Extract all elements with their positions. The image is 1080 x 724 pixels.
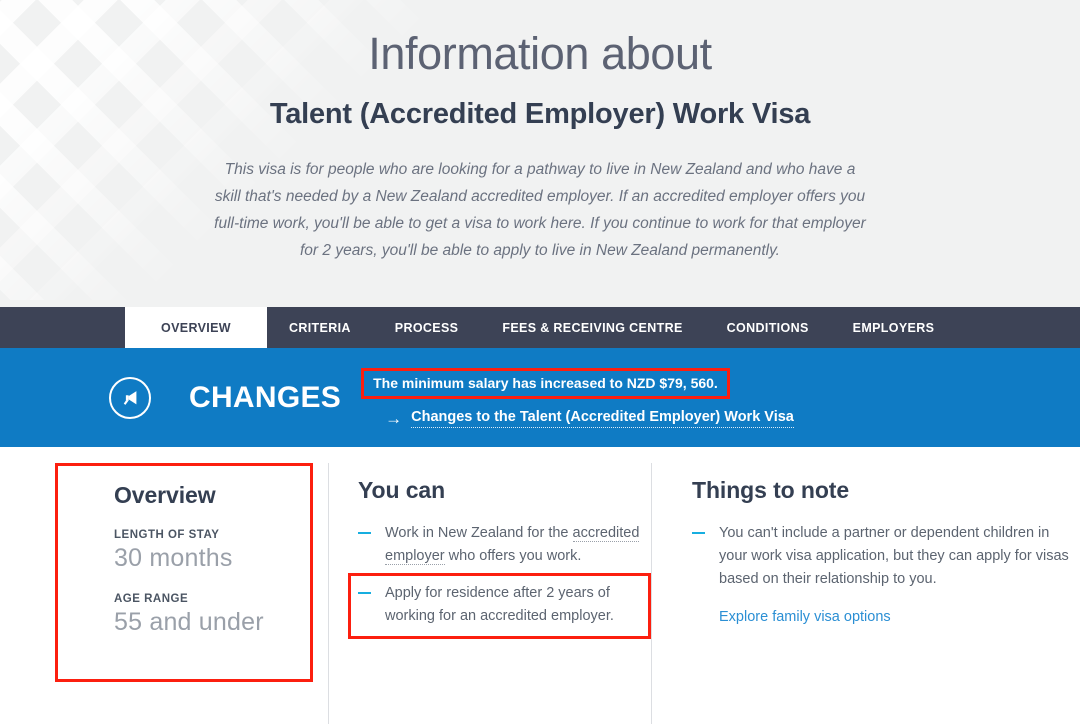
content-columns: Overview LENGTH OF STAY 30 months AGE RA… (0, 447, 1080, 724)
tab-overview[interactable]: OVERVIEW (125, 307, 267, 348)
megaphone-icon (109, 376, 151, 419)
column-you-can: You can Work in New Zealand for the accr… (328, 463, 651, 724)
column-overview: Overview LENGTH OF STAY 30 months AGE RA… (0, 463, 328, 724)
things-to-note-heading: Things to note (692, 477, 850, 503)
things-to-note-list: You can't include a partner or dependent… (692, 522, 1080, 591)
changes-headline: The minimum salary has increased to NZD … (361, 367, 730, 399)
arrow-right-icon: → (385, 408, 403, 428)
age-range-label: AGE RANGE (114, 593, 189, 605)
changes-detail-link[interactable]: Changes to the Talent (Accredited Employ… (411, 409, 794, 428)
page-eyebrow: Information about (368, 28, 712, 79)
hero-section: Information about Talent (Accredited Emp… (0, 0, 1080, 307)
dash-bullet-icon (692, 532, 705, 534)
you-can-heading: You can (358, 477, 446, 503)
dash-bullet-icon (358, 592, 371, 594)
list-item-highlighted: Apply for residence after 2 years of wor… (348, 573, 651, 639)
list-item: You can't include a partner or dependent… (692, 522, 1080, 591)
page-title: Talent (Accredited Employer) Work Visa (269, 98, 811, 130)
you-can-item-2-text: Apply for residence after 2 years of wor… (385, 585, 614, 624)
explore-family-visa-options-link[interactable]: Explore family visa options (719, 609, 891, 625)
tab-fees-receiving-centre[interactable]: FEES & RECEIVING CENTRE (480, 307, 704, 348)
page-root: Information about Talent (Accredited Emp… (0, 0, 1080, 724)
you-can-item-1-after: who offers you work. (444, 548, 582, 564)
changes-banner-label: CHANGES (189, 380, 342, 414)
tab-criteria[interactable]: CRITERIA (267, 307, 373, 348)
list-item: Work in New Zealand for the accredited e… (358, 522, 651, 568)
you-can-list: Work in New Zealand for the accredited e… (348, 522, 651, 639)
tab-conditions[interactable]: CONDITIONS (705, 307, 831, 348)
page-description: This visa is for people who are looking … (214, 161, 866, 259)
you-can-item-1-before: Work in New Zealand for the (385, 525, 573, 541)
overview-heading: Overview (114, 482, 216, 508)
tab-employers[interactable]: EMPLOYERS (831, 307, 957, 348)
length-of-stay-label: LENGTH OF STAY (114, 529, 220, 541)
things-to-note-item-1-text: You can't include a partner or dependent… (719, 525, 1069, 587)
dash-bullet-icon (358, 532, 371, 534)
length-of-stay-value: 30 months (114, 544, 233, 572)
age-range-value: 55 and under (114, 608, 264, 636)
column-things-to-note: Things to note You can't include a partn… (651, 463, 1080, 724)
section-tab-nav: OVERVIEW CRITERIA PROCESS FEES & RECEIVI… (0, 307, 1080, 348)
changes-banner: CHANGES The minimum salary has increased… (0, 348, 1080, 447)
you-can-item-1-text: Work in New Zealand for the accredited e… (385, 522, 651, 568)
overview-card: Overview LENGTH OF STAY 30 months AGE RA… (55, 463, 313, 682)
tab-process[interactable]: PROCESS (373, 307, 481, 348)
